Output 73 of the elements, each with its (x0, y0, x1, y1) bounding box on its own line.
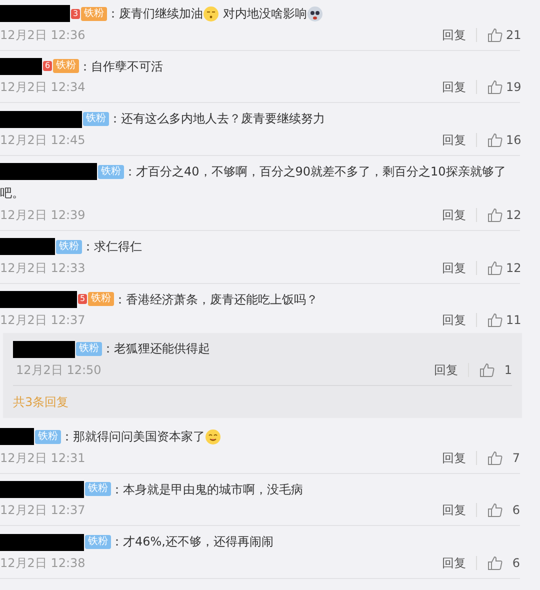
comment-time: 12月2日 12:36 (0, 26, 86, 44)
thumbs-up-icon (487, 26, 503, 43)
comment-text: ：香港经济萧条，废青还能吃上饭吗？ (114, 292, 318, 306)
comment-time: 12月2日 12:37 (0, 312, 86, 330)
reply-link[interactable]: 回复 (442, 131, 466, 150)
comment-text: ：求仁得仁 (82, 240, 142, 254)
fan-badge: 铁粉 (81, 6, 108, 21)
comment-time: 12月2日 12:38 (0, 555, 86, 572)
fan-badge: 铁粉 (88, 292, 114, 306)
thumbs-up-icon (487, 132, 503, 148)
comment-text: ：自作孽不可活 (79, 59, 164, 74)
comment-time: 12月2日 12:31 (0, 450, 86, 467)
redacted-username (0, 238, 55, 256)
fan-level-badge: 5 (78, 294, 88, 304)
comment-time: 12月2日 12:50 (16, 362, 102, 380)
comment-text: ：那就得问问美国资本家了 (61, 430, 205, 444)
comment-text: ：老狐狸还能供得起 (102, 342, 210, 356)
comment-time: 12月2日 12:34 (0, 79, 86, 96)
thumbs-up-icon (487, 79, 503, 96)
thumbs-up-icon (487, 555, 503, 572)
comment-text: ：还有这么多内地人去？废青要继续努力 (109, 112, 325, 126)
thumbs-up-icon (487, 260, 503, 276)
fan-badge: 铁粉 (76, 342, 102, 356)
like-button[interactable]: 11 (487, 311, 520, 330)
redacted-username (0, 58, 42, 75)
reply-link[interactable]: 回复 (442, 501, 466, 520)
comment-text: ：废青们继续加油 (107, 6, 204, 21)
comment-time: 12月2日 12:45 (0, 132, 86, 150)
reply-link[interactable]: 回复 (442, 448, 466, 467)
fan-badge: 铁粉 (56, 240, 82, 254)
reply-link[interactable]: 回复 (442, 554, 466, 572)
comment-text: 吧。 (0, 184, 24, 202)
thumbs-up-icon (487, 206, 503, 223)
comment-text: ：才百分之40，不够啊，百分之90就差不多了，剩百分之10探亲就够了 (124, 164, 506, 179)
fan-badge: 铁粉 (85, 482, 111, 496)
redacted-username (0, 428, 34, 446)
thumbs-up-icon (487, 312, 503, 328)
like-button[interactable]: 12 (487, 258, 520, 277)
like-button[interactable]: 19 (487, 78, 520, 96)
emoji-face-icon (205, 428, 221, 445)
comment-text: ：本身就是甲由鬼的城市啊，没毛病 (111, 482, 303, 496)
thumbs-up-icon (487, 502, 503, 518)
like-button[interactable]: 16 (487, 131, 520, 150)
fan-level-badge: 3 (71, 8, 80, 19)
like-button[interactable]: 12 (487, 206, 520, 224)
like-button[interactable]: 6 (487, 501, 520, 520)
fan-badge: 铁粉 (85, 535, 111, 550)
fan-badge: 铁粉 (98, 164, 124, 179)
like-button[interactable]: 21 (487, 26, 520, 44)
thumbs-up-icon (487, 450, 503, 466)
fan-level-badge: 6 (43, 61, 52, 72)
comment-time: 12月2日 12:39 (0, 206, 86, 224)
like-button[interactable]: 6 (487, 554, 520, 572)
comment-text: 对内地没啥影响 (222, 6, 307, 21)
fan-badge: 铁粉 (83, 112, 109, 126)
redacted-username (13, 340, 75, 358)
reply-link[interactable]: 回复 (442, 26, 466, 44)
redacted-username (0, 5, 70, 22)
fan-badge: 铁粉 (53, 59, 80, 74)
like-button[interactable]: 7 (487, 448, 520, 467)
like-button[interactable]: 1 (479, 361, 512, 380)
reply-link[interactable]: 回复 (442, 258, 466, 277)
comment-text: ：才46%,还不够，还得再闹闹 (111, 535, 274, 550)
emoji-face-icon (306, 6, 323, 22)
fan-badge: 铁粉 (35, 430, 61, 444)
comment-time: 12月2日 12:37 (0, 502, 86, 520)
reply-link[interactable]: 回复 (442, 311, 466, 330)
reply-link[interactable]: 回复 (442, 78, 466, 96)
reply-link[interactable]: 回复 (442, 206, 466, 224)
thumbs-up-icon (479, 362, 495, 378)
comment-time: 12月2日 12:33 (0, 260, 86, 277)
reply-link[interactable]: 回复 (434, 361, 458, 380)
emoji-face-icon (203, 6, 220, 22)
